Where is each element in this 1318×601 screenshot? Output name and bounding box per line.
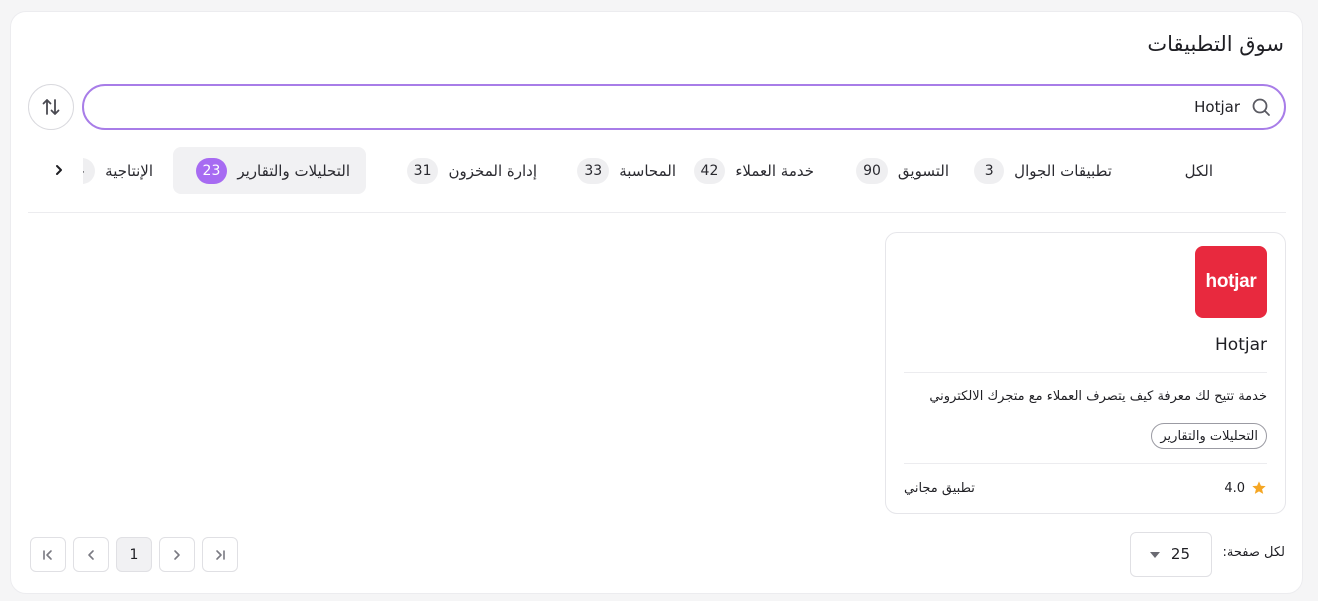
tab-label: التسويق: [897, 161, 949, 180]
logo-text: hotjar: [1205, 271, 1257, 292]
last-page-button[interactable]: [202, 537, 238, 572]
next-page-icon: [174, 549, 180, 560]
category-tabs: الكل تطبيقات الجوال 3 التسويق 90 خدمة ال…: [39, 147, 1287, 194]
page-number-button[interactable]: 1: [116, 537, 152, 572]
tab-count-badge: 3: [974, 157, 1005, 184]
app-description: خدمة تتيح لك معرفة كيف يتصرف العملاء مع …: [929, 389, 1267, 404]
tab-label: تطبيقات الجوال: [1014, 161, 1112, 180]
tab-mobile-apps[interactable]: تطبيقات الجوال 3: [958, 147, 1128, 194]
app-price: تطبيق مجاني: [904, 481, 975, 496]
app-category-chip: التحليلات والتقارير: [1151, 423, 1267, 449]
tab-all[interactable]: الكل: [1169, 147, 1229, 194]
page-title: سوق التطبيقات: [1147, 32, 1284, 56]
tab-accounting[interactable]: المحاسبة 33: [561, 147, 692, 194]
card-divider: [904, 372, 1267, 373]
tab-count-badge: 23: [195, 157, 228, 184]
first-page-button[interactable]: [30, 537, 66, 572]
tab-label: إدارة المخزون: [448, 161, 537, 180]
tab-count-badge: 42: [693, 157, 726, 184]
caret-down-icon: [1150, 552, 1160, 558]
per-page-value: 25: [1170, 545, 1190, 563]
app-rating: 4.0: [1224, 480, 1267, 496]
search-input[interactable]: [140, 86, 1240, 128]
tabs-divider: [28, 212, 1286, 213]
app-card[interactable]: hotjar Hotjar خدمة تتيح لك معرفة كيف يتص…: [885, 232, 1286, 514]
rating-value: 4.0: [1224, 480, 1245, 496]
prev-page-button[interactable]: [73, 537, 109, 572]
tabs-scroll-button[interactable]: [47, 158, 71, 182]
search-icon: [1252, 98, 1270, 116]
tab-productivity[interactable]: الإنتاجية 4: [83, 147, 169, 194]
sort-icon: [42, 99, 60, 115]
tab-label: الكل: [1184, 161, 1213, 180]
tab-count-badge: 4: [83, 157, 96, 184]
tab-count-badge: 33: [577, 157, 610, 184]
tab-inventory[interactable]: إدارة المخزون 31: [391, 147, 553, 194]
app-name: Hotjar: [1215, 335, 1267, 355]
per-page-select[interactable]: 25: [1130, 532, 1212, 577]
per-page-label: لكل صفحة:: [1222, 545, 1285, 560]
first-page-icon: [43, 549, 52, 560]
tab-count-badge: 90: [856, 157, 888, 184]
card-divider: [904, 463, 1267, 464]
next-page-button[interactable]: [159, 537, 195, 572]
tab-count-badge: 31: [406, 157, 439, 184]
sort-button[interactable]: [28, 84, 74, 130]
chevron-right-icon: [56, 165, 62, 175]
tab-analytics-reports[interactable]: التحليلات والتقارير 23: [173, 147, 366, 194]
app-logo: hotjar: [1195, 246, 1267, 318]
tab-label: الإنتاجية: [105, 161, 153, 180]
tab-label: خدمة العملاء: [735, 161, 814, 180]
tab-customer-service[interactable]: خدمة العملاء 42: [678, 147, 830, 194]
tab-label: التحليلات والتقارير: [237, 161, 350, 180]
app-marketplace-panel: سوق التطبيقات الكل تطبيقات الجوال 3 التس…: [10, 11, 1303, 594]
tab-marketing[interactable]: التسويق 90: [840, 147, 965, 194]
search-box[interactable]: [82, 84, 1286, 130]
tab-label: المحاسبة: [619, 161, 676, 180]
prev-page-icon: [88, 549, 94, 560]
star-icon: [1252, 481, 1266, 494]
last-page-icon: [216, 549, 225, 560]
